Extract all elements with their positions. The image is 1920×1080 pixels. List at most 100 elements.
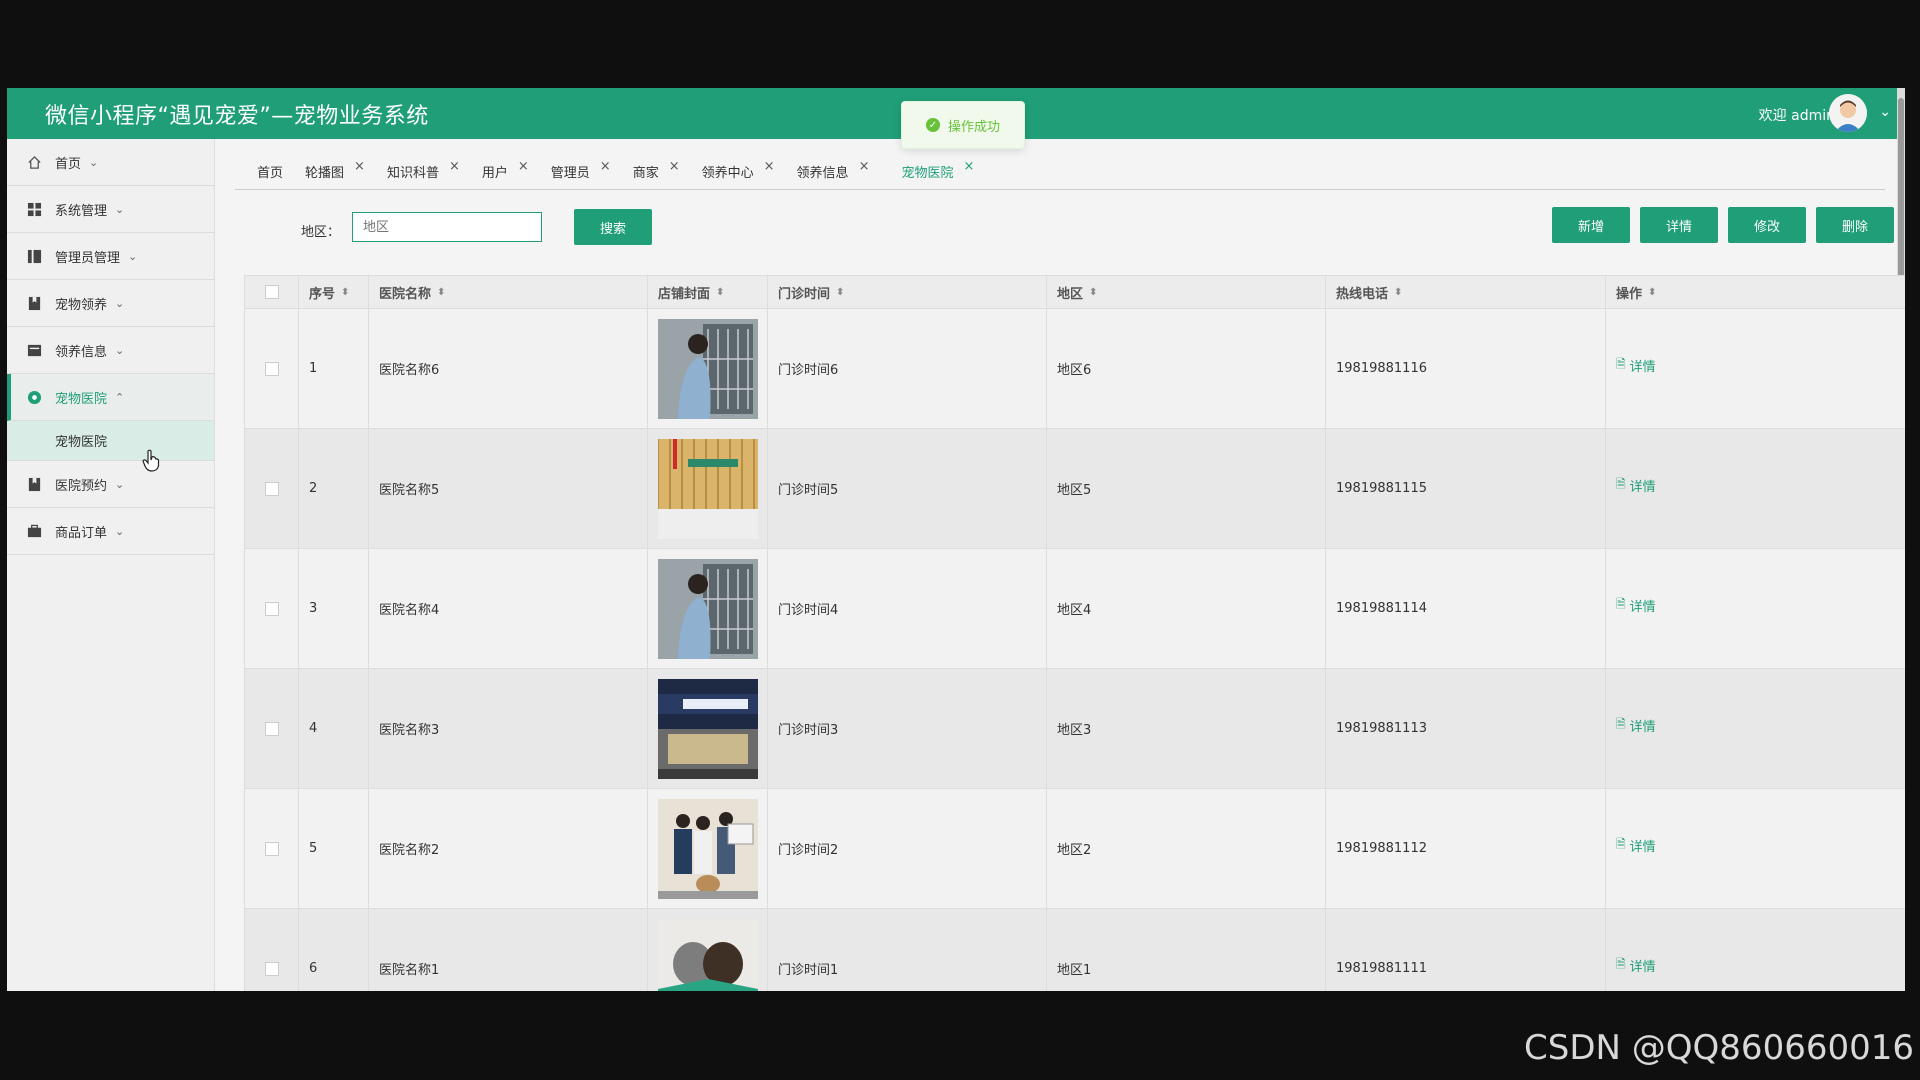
table-row[interactable]: 1 医院名称6 门诊时间6 地区6 19819881116 🗎 详情 (245, 309, 1905, 429)
col-header-cover[interactable]: 店铺封面 ⬍ (648, 276, 768, 308)
sidebar-item-home[interactable]: 首页 ⌄ (7, 139, 214, 186)
row-name: 医院名称3 (369, 669, 648, 788)
row-detail-link[interactable]: 🗎 详情 (1616, 355, 1656, 376)
row-detail-link[interactable]: 🗎 详情 (1616, 835, 1656, 856)
sidebar-item-adoption[interactable]: 宠物领养 ⌄ (7, 280, 214, 327)
col-header-name[interactable]: 医院名称 ⬍ (369, 276, 648, 308)
row-detail-link[interactable]: 🗎 详情 (1616, 595, 1656, 616)
tab-users[interactable]: 用户 × (481, 159, 529, 181)
row-area: 地区4 (1047, 549, 1326, 668)
tab-adoption-info[interactable]: 领养信息 × (797, 159, 870, 181)
col-header-time[interactable]: 门诊时间 ⬍ (768, 276, 1047, 308)
row-detail-link[interactable]: 🗎 详情 (1616, 715, 1656, 736)
chevron-down-icon: ⌄ (115, 343, 125, 357)
close-icon[interactable]: × (764, 159, 775, 174)
edit-button[interactable]: 修改 (1728, 207, 1806, 243)
sidebar-item-label: 宠物医院 (55, 391, 108, 407)
chevron-down-icon[interactable]: ⌄ (1879, 104, 1891, 120)
close-icon[interactable]: × (600, 159, 611, 174)
circle-icon (25, 388, 43, 406)
tab-admin[interactable]: 管理员 × (551, 159, 611, 181)
sort-icon[interactable]: ⬍ (1648, 287, 1656, 298)
sort-icon[interactable]: ⬍ (716, 287, 724, 298)
col-header-phone[interactable]: 热线电话 ⬍ (1326, 276, 1606, 308)
sidebar-item-pet-hospital[interactable]: 宠物医院 ⌃ (7, 374, 214, 421)
sort-icon[interactable]: ⬍ (341, 287, 349, 298)
row-checkbox[interactable] (264, 481, 279, 496)
row-checkbox[interactable] (264, 601, 279, 616)
area-search-input[interactable] (352, 212, 542, 242)
sidebar-item-system[interactable]: 系统管理 ⌄ (7, 186, 214, 233)
chevron-down-icon: ⌄ (89, 155, 99, 169)
table-row[interactable]: 6 医院名称1 门诊时间1 地区1 19819881111 🗎 详情 (245, 909, 1905, 991)
row-checkbox[interactable] (264, 721, 279, 736)
close-icon[interactable]: × (859, 159, 870, 174)
tab-label: 用户 (481, 165, 508, 181)
row-detail-link[interactable]: 🗎 详情 (1616, 955, 1656, 976)
tab-merchant[interactable]: 商家 × (633, 159, 680, 181)
table-row[interactable]: 4 医院名称3 门诊时间3 地区3 19819881113 🗎 详情 (245, 669, 1905, 789)
row-area: 地区6 (1047, 309, 1326, 428)
row-no: 5 (299, 789, 369, 908)
success-toast: ✓ 操作成功 (901, 101, 1025, 149)
col-header-area[interactable]: 地区 ⬍ (1047, 276, 1326, 308)
sort-icon[interactable]: ⬍ (1394, 287, 1402, 298)
row-no: 4 (299, 669, 369, 788)
delete-button[interactable]: 删除 (1816, 207, 1894, 243)
columns-icon (25, 247, 43, 265)
search-button[interactable]: 搜索 (574, 209, 652, 245)
col-header-no[interactable]: 序号 ⬍ (299, 276, 369, 308)
row-time: 门诊时间2 (768, 789, 1047, 908)
cover-image-vet-cages (658, 318, 758, 419)
close-icon[interactable]: × (449, 159, 460, 174)
sidebar-item-appointment[interactable]: 医院预约 ⌄ (7, 461, 214, 508)
sidebar-item-orders[interactable]: 商品订单 ⌄ (7, 508, 214, 555)
add-button[interactable]: 新增 (1552, 207, 1630, 243)
hospital-table: 序号 ⬍ 医院名称 ⬍ 店铺封面 ⬍ 门诊时间 ⬍ 地区 ⬍ 热线电话 ⬍ 操作 ⬍ 1 医院… (244, 275, 1905, 991)
cover-image-storefront (658, 678, 758, 779)
row-checkbox[interactable] (264, 361, 279, 376)
sidebar-item-admin[interactable]: 管理员管理 ⌄ (7, 233, 214, 280)
table-row[interactable]: 2 医院名称5 门诊时间5 地区5 19819881115 🗎 详情 (245, 429, 1905, 549)
user-avatar-icon (1829, 94, 1867, 132)
close-icon[interactable]: × (518, 159, 529, 174)
close-icon[interactable]: × (354, 159, 365, 174)
app-window: 微信小程序“遇见宠爱”—宠物业务系统 欢迎 admin ⌄ ✓ 操作成功 首页 … (7, 88, 1905, 991)
detail-button[interactable]: 详情 (1640, 207, 1718, 243)
tab-label: 轮播图 (305, 165, 345, 181)
row-cover (648, 549, 768, 668)
sort-icon[interactable]: ⬍ (836, 287, 844, 298)
edit-doc-icon: 🗎 (1616, 957, 1626, 971)
table-row[interactable]: 3 医院名称4 门诊时间4 地区4 19819881114 🗎 详情 (245, 549, 1905, 669)
row-checkbox[interactable] (264, 841, 279, 856)
sidebar-item-label: 系统管理 (55, 203, 108, 219)
row-no: 1 (299, 309, 369, 428)
close-icon[interactable]: × (963, 159, 974, 174)
tab-label: 首页 (257, 165, 284, 181)
table-row[interactable]: 5 医院名称2 门诊时间2 地区2 19819881112 🗎 详情 (245, 789, 1905, 909)
submenu-item-pet-hospital[interactable]: 宠物医院 (7, 421, 214, 461)
sort-icon[interactable]: ⬍ (437, 287, 445, 298)
tab-adoption-center[interactable]: 领养中心 × (702, 159, 775, 181)
cover-image-vet-cages (658, 558, 758, 659)
tab-knowledge[interactable]: 知识科普 × (387, 159, 460, 181)
row-time: 门诊时间1 (768, 909, 1047, 991)
tab-pet-hospital[interactable]: 宠物医院 × (901, 159, 974, 181)
row-checkbox[interactable] (264, 961, 279, 976)
search-bar: 地区： 搜索 新增 详情 修改 删除 (235, 207, 1894, 249)
home-icon (25, 153, 43, 171)
sort-icon[interactable]: ⬍ (1089, 287, 1097, 298)
sidebar-item-adoption-info[interactable]: 领养信息 ⌄ (7, 327, 214, 374)
avatar[interactable] (1829, 94, 1867, 132)
select-all-checkbox[interactable] (264, 285, 279, 299)
row-phone: 19819881114 (1326, 549, 1606, 668)
tab-home[interactable]: 首页 (257, 162, 283, 181)
close-icon[interactable]: × (669, 159, 680, 174)
row-detail-link[interactable]: 🗎 详情 (1616, 475, 1656, 496)
cover-image-cat-dog (658, 918, 758, 991)
tab-carousel[interactable]: 轮播图 × (305, 159, 365, 181)
col-header-actions[interactable]: 操作 ⬍ (1606, 276, 1905, 308)
row-area: 地区3 (1047, 669, 1326, 788)
sidebar: 首页 ⌄ 系统管理 ⌄ 管理员管理 ⌄ 宠物领养 ⌄ 领养信息 ⌄ 宠物医院 ⌃… (7, 139, 215, 991)
check-circle-icon: ✓ (925, 118, 940, 132)
